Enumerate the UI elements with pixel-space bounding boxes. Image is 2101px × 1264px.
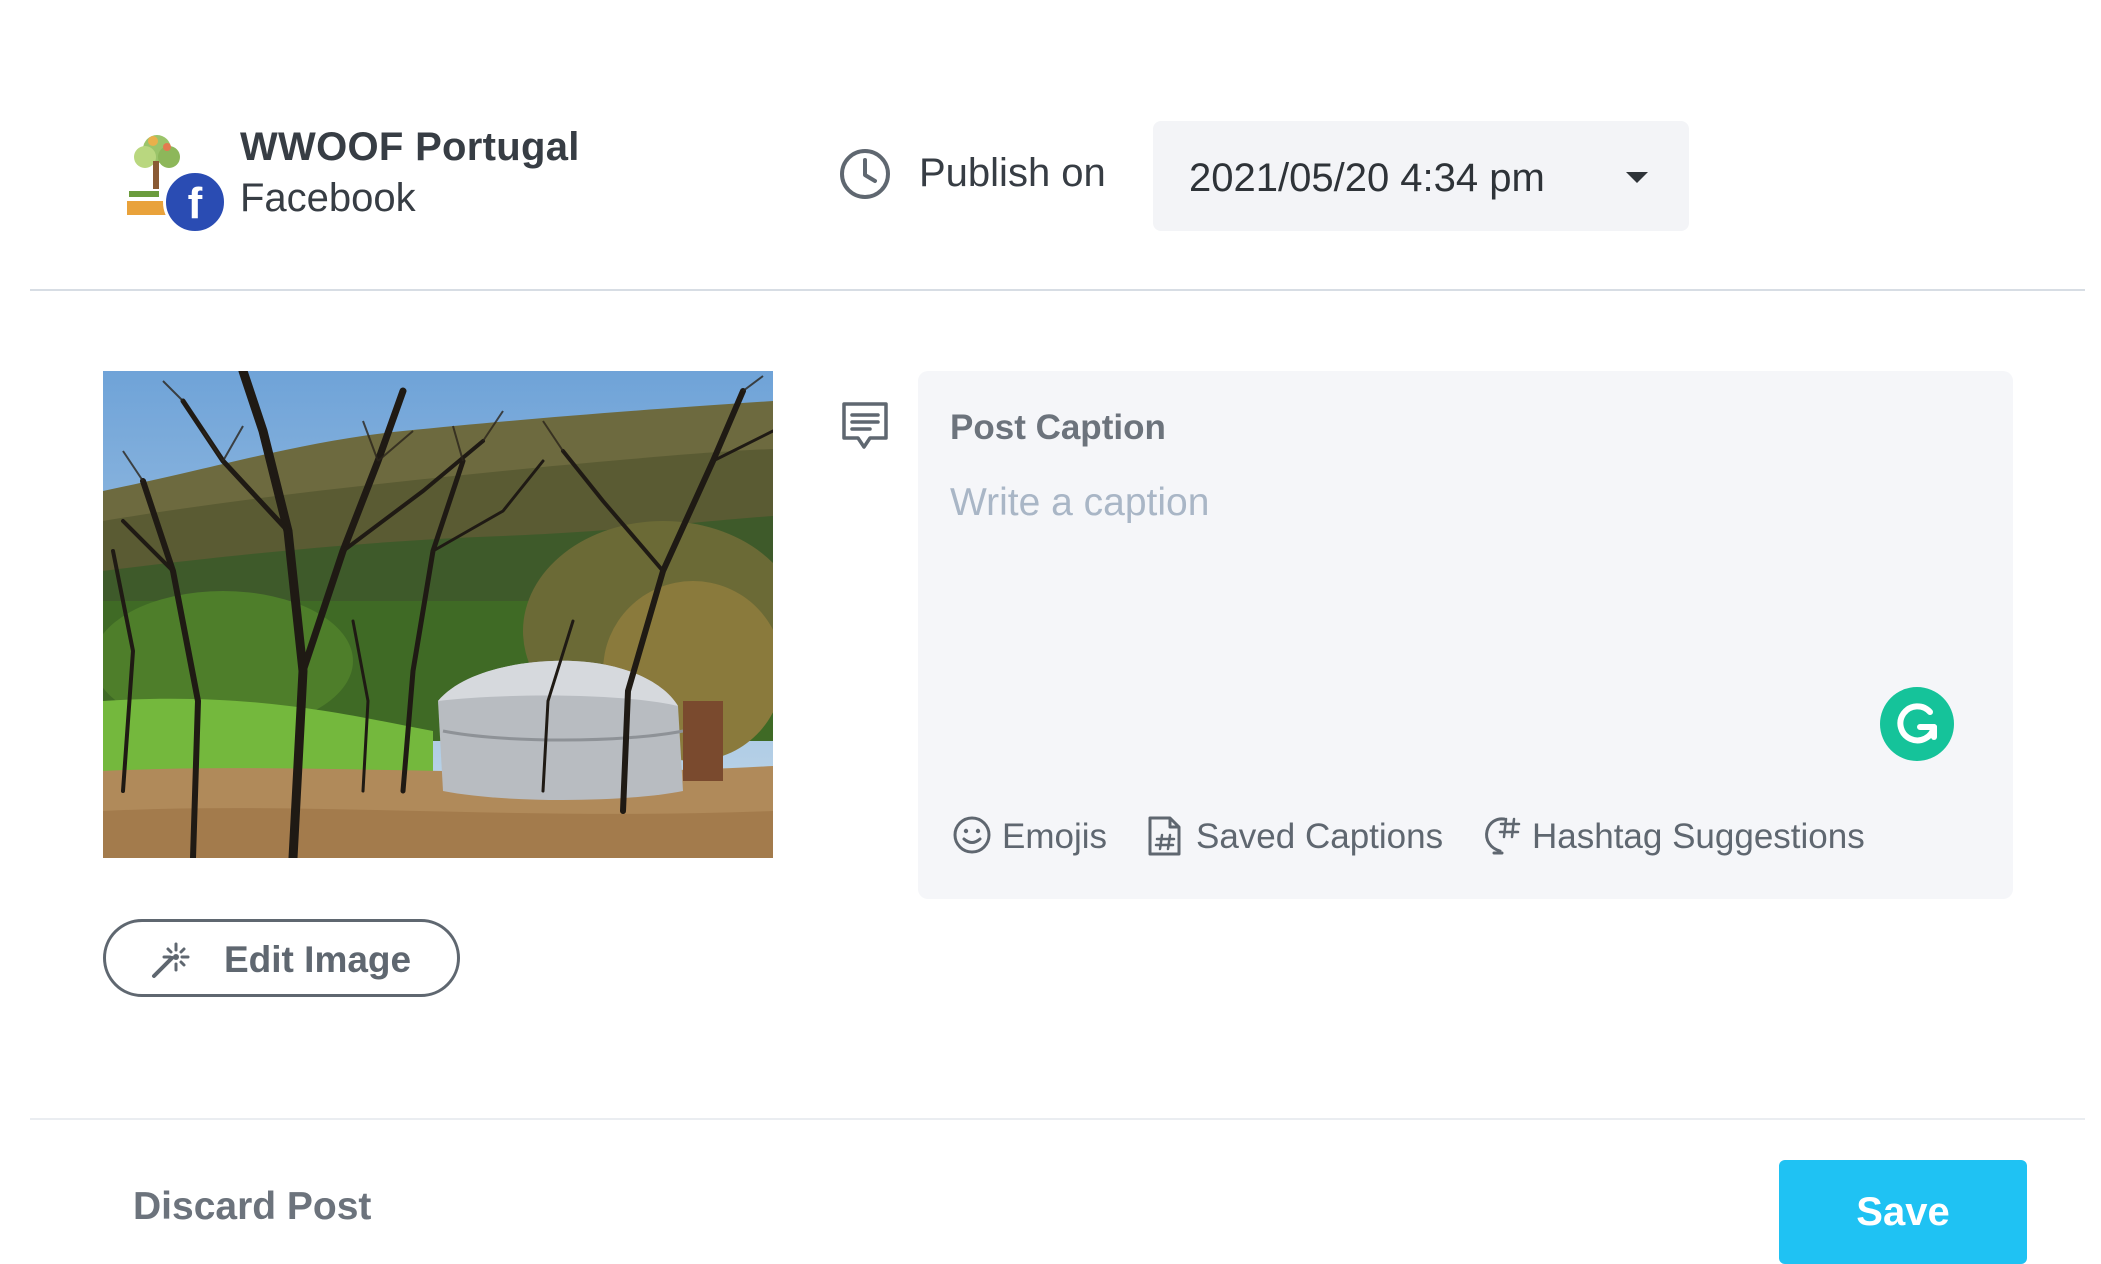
publish-datetime-value: 2021/05/20 4:34 pm bbox=[1189, 156, 1545, 200]
clock-icon bbox=[840, 149, 890, 199]
chevron-down-icon bbox=[1626, 172, 1648, 183]
emojis-label: Emojis bbox=[1002, 817, 1108, 856]
footer-divider bbox=[30, 1118, 2085, 1120]
caption-panel: Post Caption Emojis Saved Captions bbox=[918, 371, 2013, 899]
publish-on-label: Publish on bbox=[919, 151, 1106, 195]
publish-datetime-select[interactable]: 2021/05/20 4:34 pm bbox=[1153, 121, 1689, 231]
save-button[interactable]: Save bbox=[1779, 1160, 2027, 1264]
emoji-icon bbox=[953, 816, 991, 854]
yurt-landscape-photo bbox=[103, 371, 773, 858]
account-avatar: f bbox=[123, 127, 233, 237]
edit-image-button[interactable]: Edit Image bbox=[103, 919, 460, 997]
facebook-letter: f bbox=[187, 179, 203, 228]
hashtag-suggestions-label: Hashtag Suggestions bbox=[1532, 817, 1865, 856]
saved-captions-button[interactable]: Saved Captions bbox=[1146, 811, 1456, 861]
post-image bbox=[103, 371, 773, 858]
edit-image-label: Edit Image bbox=[224, 939, 412, 980]
discard-post-button[interactable]: Discard Post bbox=[133, 1185, 371, 1229]
hashtag-suggestions-icon bbox=[1485, 817, 1521, 855]
hashtag-suggestions-button[interactable]: Hashtag Suggestions bbox=[1482, 811, 1882, 861]
comment-icon bbox=[842, 402, 888, 449]
grammarly-glyph bbox=[1897, 703, 1937, 744]
account-name: WWOOF Portugal bbox=[240, 125, 580, 169]
caption-title: Post Caption bbox=[950, 408, 1166, 447]
grammarly-icon[interactable] bbox=[1880, 687, 1954, 761]
facebook-icon: f bbox=[163, 170, 227, 234]
header-divider bbox=[30, 289, 2085, 291]
saved-captions-label: Saved Captions bbox=[1196, 817, 1444, 856]
account-network: Facebook bbox=[240, 176, 416, 220]
magic-wand-icon bbox=[152, 942, 190, 978]
caption-input[interactable] bbox=[950, 481, 1950, 681]
saved-captions-icon bbox=[1148, 816, 1181, 856]
emojis-button[interactable]: Emojis bbox=[952, 811, 1122, 861]
